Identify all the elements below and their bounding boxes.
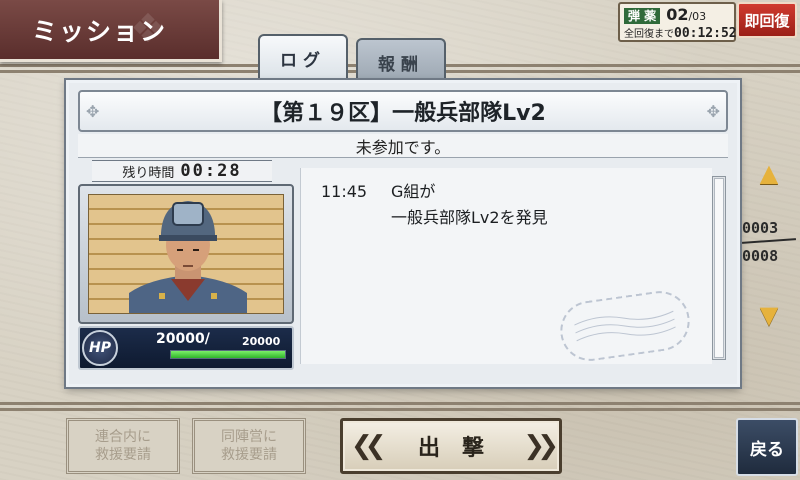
log-text: 一般兵部隊Lv2を発見 (391, 208, 548, 227)
mission-title: 【第１９区】一般兵部隊Lv2 (260, 101, 546, 126)
back-button[interactable]: 戻る (736, 418, 798, 476)
sortie-button[interactable]: ❮❮ 出撃 ❯❯ (340, 418, 562, 474)
footer-rail (0, 402, 800, 405)
page-total: 0008 (742, 247, 779, 265)
log-entry: 11:45 G組が (321, 178, 435, 202)
chevron-left-icon: ❮❮ (351, 431, 386, 461)
log-entry: 一般兵部隊Lv2を発見 (321, 204, 548, 228)
ornament-right-icon: ✥ (706, 101, 720, 121)
page-current: 0003 (742, 219, 779, 237)
help-alliance-line2: 救援要請 (95, 447, 151, 463)
soldier-portrait-icon (129, 201, 247, 313)
enemy-portrait (88, 194, 284, 314)
request-help-alliance-button[interactable]: 連合内に 救援要請 (66, 418, 180, 474)
hp-max: 20000 (242, 335, 281, 348)
sortie-label: 出撃 (417, 436, 506, 461)
enemy-portrait-frame (78, 184, 294, 324)
mission-title-bar: ✥ 【第１９区】一般兵部隊Lv2 ✥ (78, 90, 728, 132)
page-down-arrow-icon[interactable]: ▼ (752, 301, 786, 329)
request-help-camp-button[interactable]: 同陣営に 救援要請 (192, 418, 306, 474)
ammo-label: 弾 薬 (624, 8, 661, 24)
hp-gauge-fill (171, 351, 285, 358)
ornament-left-icon: ✥ (86, 101, 100, 121)
recovery-time: 00:12:52 (674, 26, 737, 41)
page-title: ミッション (0, 0, 222, 62)
help-alliance-line1: 連合内に (95, 429, 151, 445)
page-up-arrow-icon[interactable]: ▲ (752, 159, 786, 187)
log-text: G組が (391, 182, 436, 201)
help-camp-line2: 救援要請 (221, 447, 277, 463)
participation-status: 未参加です。 (78, 134, 728, 158)
chevron-right-icon: ❯❯ (523, 431, 558, 461)
page-divider (741, 238, 797, 244)
instant-recover-button[interactable]: 即回復 (737, 2, 797, 38)
time-left-value: 00:28 (180, 161, 242, 181)
ammo-max: /03 (688, 10, 707, 23)
footer-rail-2 (0, 408, 800, 411)
ammo-current: 02 (666, 5, 689, 24)
hp-current: 20000/ (156, 331, 210, 347)
log-time: 11:45 (321, 182, 368, 201)
hp-gauge (170, 350, 286, 359)
time-left: 残り時間 00:28 (92, 160, 272, 182)
recovery-label: 全回復まで (624, 29, 674, 40)
hp-icon: HP (82, 330, 118, 366)
time-left-label: 残り時間 (122, 165, 175, 181)
emblem-icon: ❖ (130, 6, 166, 52)
ammo-status: 弾 薬 02 /03 全回復まで00:12:52 (618, 2, 737, 42)
help-camp-line1: 同陣営に (221, 429, 277, 445)
log-scrollbar-thumb[interactable] (714, 178, 724, 358)
tab-log[interactable]: ログ (258, 34, 348, 84)
